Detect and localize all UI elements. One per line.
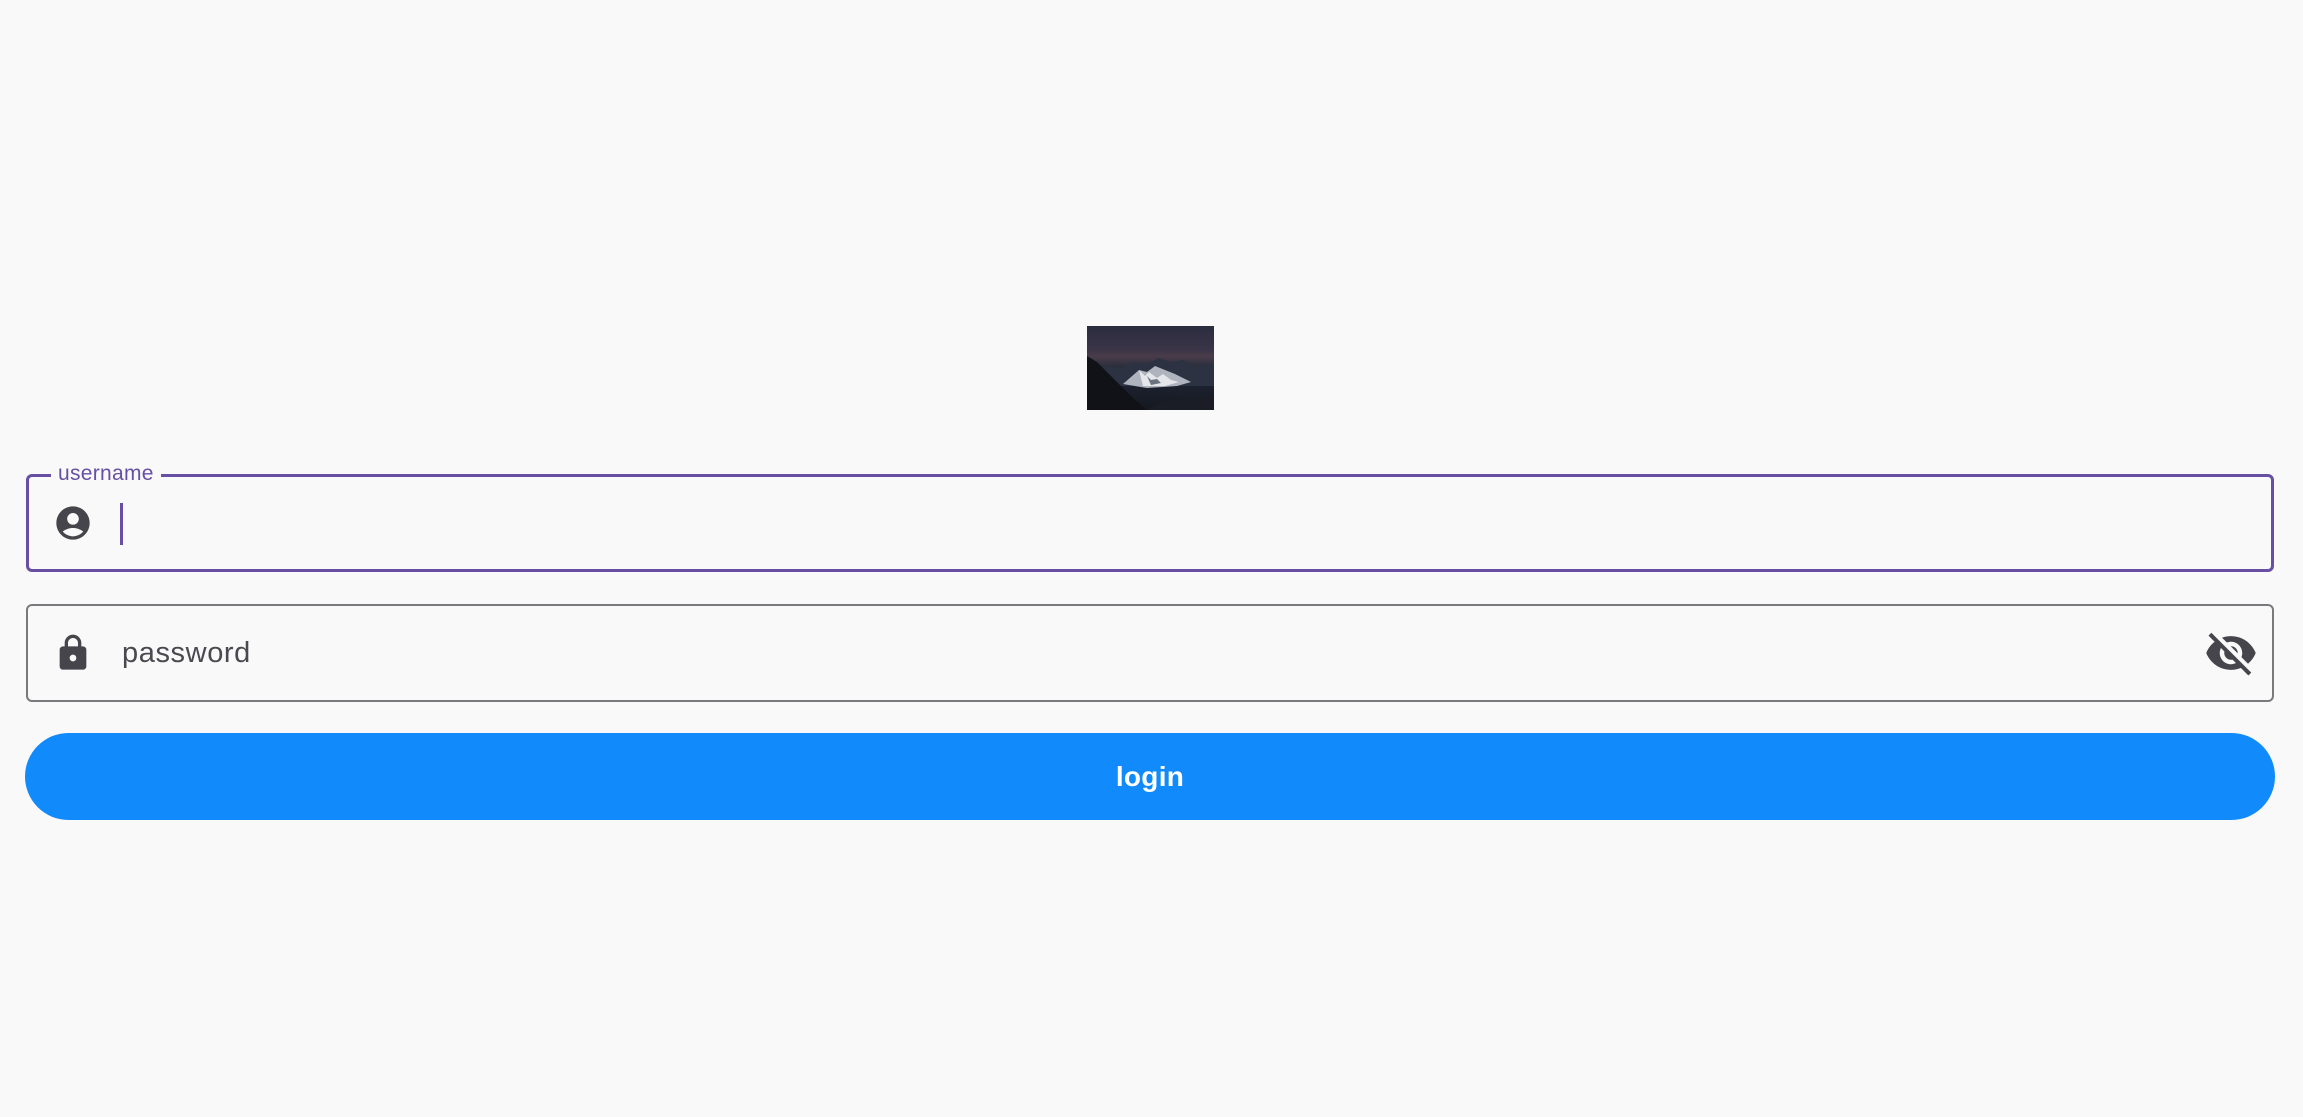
logo-image	[1087, 326, 1214, 410]
account-circle-icon	[53, 503, 93, 543]
username-input[interactable]	[122, 477, 2162, 569]
lock-icon	[53, 633, 93, 673]
visibility-off-icon[interactable]	[2204, 626, 2258, 680]
password-input[interactable]	[122, 606, 2162, 700]
username-field[interactable]: username	[26, 461, 2274, 572]
login-button[interactable]: login	[25, 733, 2275, 820]
password-field[interactable]	[26, 604, 2274, 702]
